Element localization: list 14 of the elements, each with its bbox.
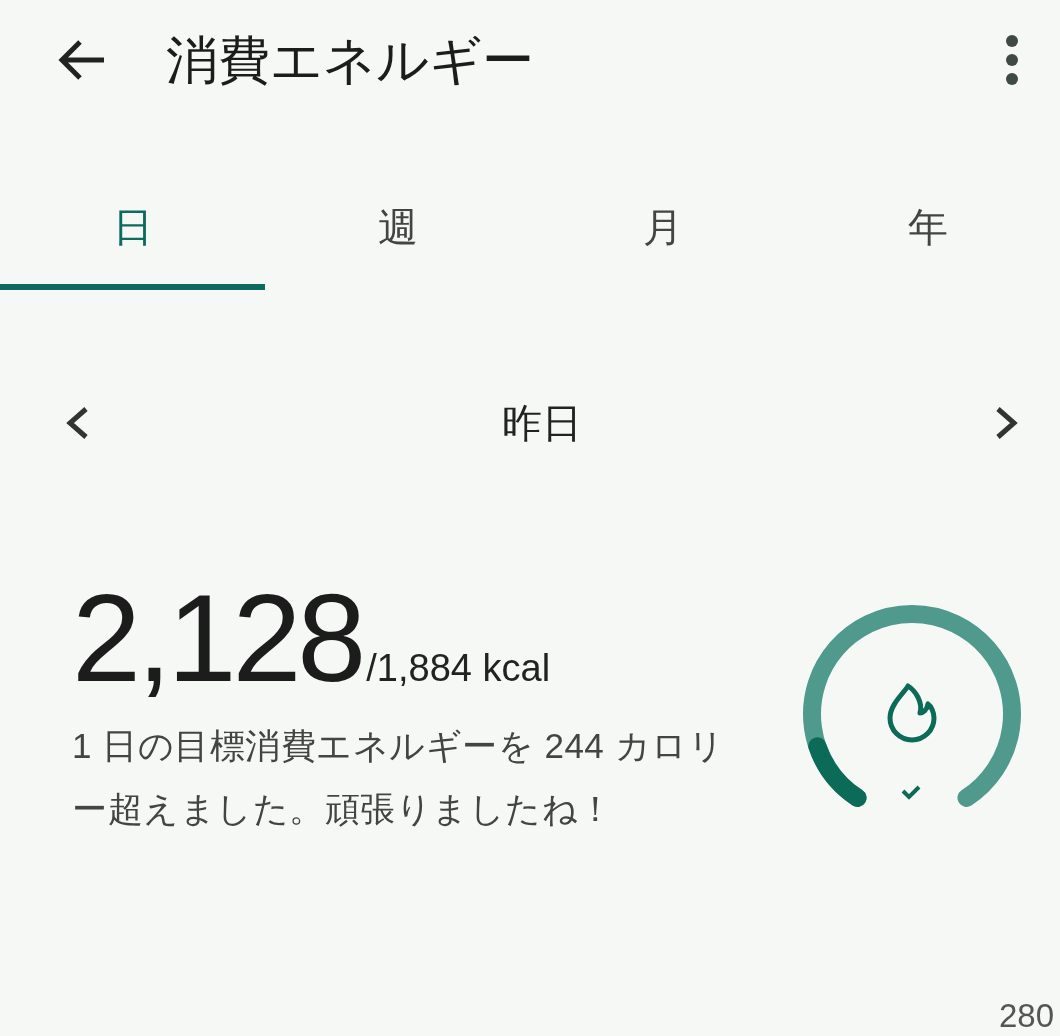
date-label: 昨日 [502, 400, 582, 447]
period-tab[interactable]: 週 [265, 164, 530, 290]
calorie-value: 2,128 [72, 576, 363, 700]
goal-message: 1 日の目標消費エネルギーを 244 カロリー超えました。頑張りましたね！ [72, 725, 726, 830]
period-tab[interactable]: 日 [0, 164, 265, 290]
previous-icon[interactable] [64, 405, 90, 441]
footer-number: 280 [998, 999, 1054, 1032]
next-icon[interactable] [994, 405, 1020, 441]
period-tab[interactable]: 月 [530, 164, 795, 290]
period-tab[interactable]: 年 [795, 164, 1060, 290]
flame-icon [887, 683, 937, 743]
screen-title: 消費エネルギー [166, 30, 534, 91]
more-options-icon[interactable] [1004, 34, 1020, 86]
calorie-goal: /1,884 kcal [366, 646, 551, 691]
